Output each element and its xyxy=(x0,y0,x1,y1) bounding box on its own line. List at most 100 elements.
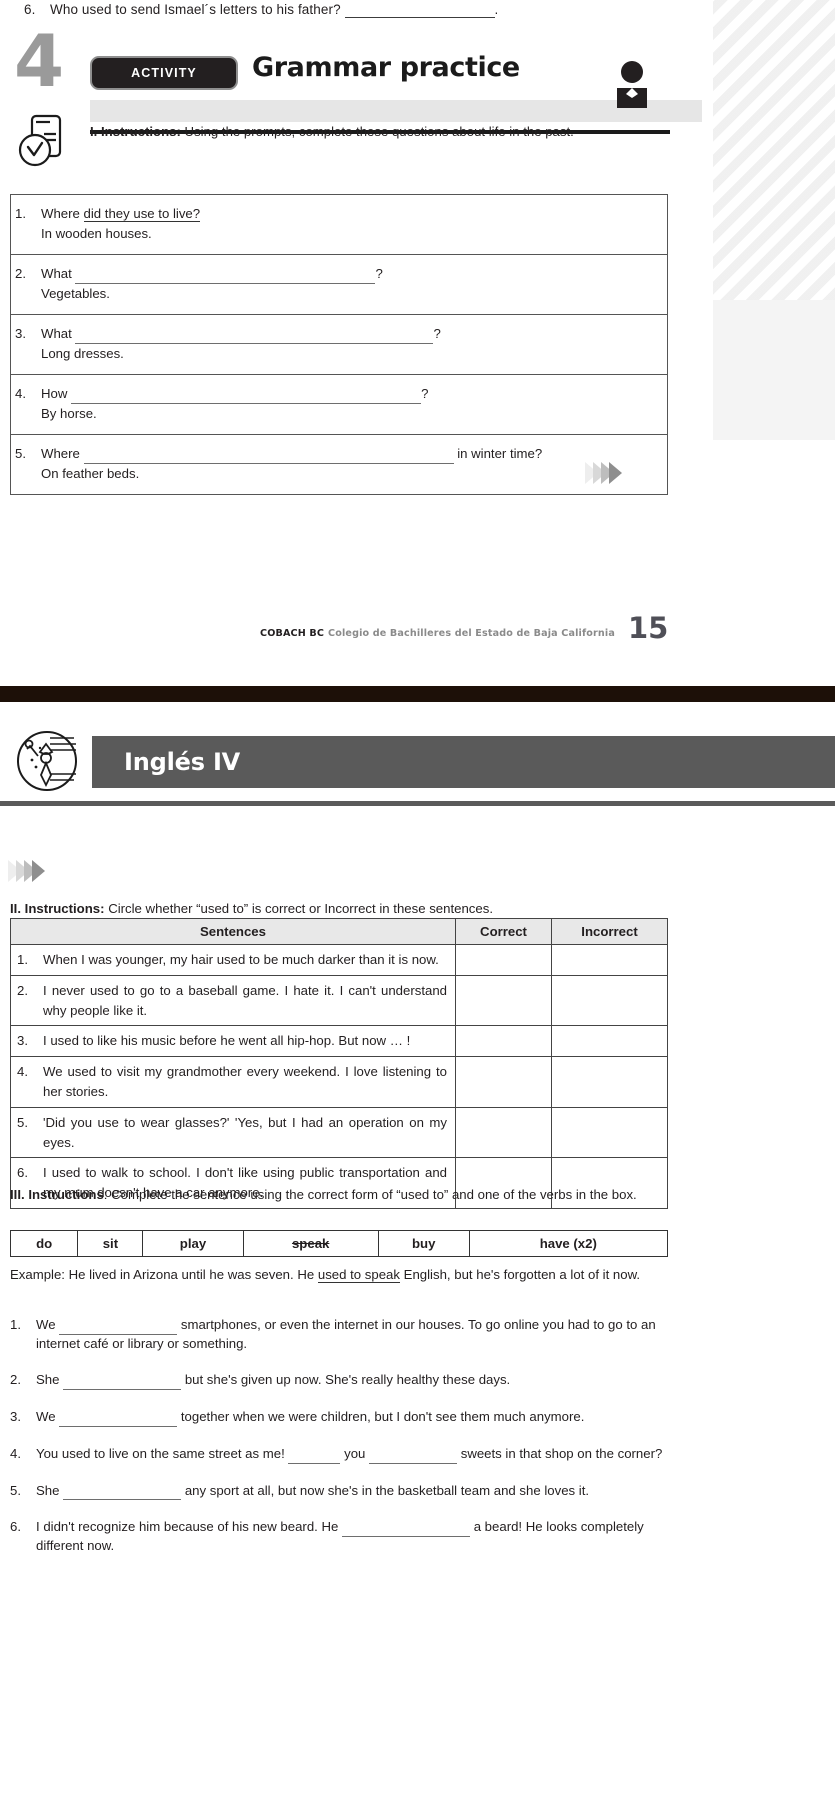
item-text: She but she's given up now. She's really… xyxy=(36,1371,672,1391)
word-box-item-have[interactable]: have (x2) xyxy=(468,1230,669,1257)
item-number: 1. xyxy=(15,206,26,221)
answer-blank[interactable] xyxy=(288,1451,341,1464)
word-box-item-sit[interactable]: sit xyxy=(77,1230,144,1257)
item-response: On feather beds. xyxy=(41,466,140,482)
item-response: In wooden houses. xyxy=(41,226,152,242)
item-number: 4. xyxy=(15,385,26,401)
instruction-1-label: I. Instructions: xyxy=(90,124,181,139)
chevron-arrows-icon xyxy=(585,462,622,484)
item-prompt: Where xyxy=(41,445,80,461)
incorrect-answer-cell[interactable] xyxy=(551,1106,668,1159)
item-tail: ? xyxy=(433,325,441,341)
table-row: 1. When I was younger, my hair used to be… xyxy=(10,944,668,976)
instruction-2-label: II. Instructions: xyxy=(10,901,105,916)
answer-blank[interactable] xyxy=(59,1414,178,1427)
column-header-correct: Correct xyxy=(455,918,552,945)
answer-blank[interactable] xyxy=(342,1524,471,1538)
list-item: 4. You used to live on the same street a… xyxy=(10,1445,672,1464)
item-prompt: How xyxy=(41,385,68,401)
item-number: 4. xyxy=(17,1064,28,1080)
item-number: 1. xyxy=(17,952,28,967)
word-box-item-play[interactable]: play xyxy=(142,1230,244,1257)
incorrect-answer-cell[interactable] xyxy=(551,1056,668,1108)
word-label: play xyxy=(179,1236,207,1251)
answer-blank[interactable] xyxy=(71,391,422,405)
header-rule xyxy=(0,801,835,806)
table-row: 4. How ? By horse. xyxy=(10,373,668,435)
item-text: You used to live on the same street as m… xyxy=(36,1445,672,1464)
list-item: 3. We together when we were children, bu… xyxy=(10,1408,672,1427)
sentence-text: We used to visit my grandmother every we… xyxy=(43,1064,447,1099)
item-tail: ? xyxy=(375,265,383,281)
sentence-text: I never used to go to a baseball game. I… xyxy=(43,982,447,1018)
item-part-a: I didn't recognize him because of his ne… xyxy=(36,1519,339,1535)
item-part-a: She xyxy=(36,1372,60,1388)
example-sentence: Example: He lived in Arizona until he wa… xyxy=(10,1266,672,1284)
instruction-3-text: : Complete the sentence using the correc… xyxy=(103,1187,637,1202)
answer-blank[interactable] xyxy=(59,1322,178,1335)
incorrect-answer-cell[interactable] xyxy=(551,974,668,1027)
column-header-incorrect: Incorrect xyxy=(551,918,668,945)
correct-answer-cell[interactable] xyxy=(455,1025,552,1058)
word-box-item-do[interactable]: do xyxy=(9,1230,79,1257)
answer-blank[interactable] xyxy=(75,271,376,285)
incorrect-answer-cell[interactable] xyxy=(551,1025,668,1058)
word-label: have (x2) xyxy=(539,1236,597,1251)
answer-blank[interactable] xyxy=(344,2,495,18)
item-response: Vegetables. xyxy=(41,286,110,302)
activity-header: 4 ACTIVITY Grammar practice xyxy=(0,19,702,134)
sentence-text: 'Did you use to wear glasses?' 'Yes, but… xyxy=(43,1114,447,1150)
item-part-a: You used to live on the same street as m… xyxy=(36,1445,285,1461)
page-divider-band xyxy=(0,686,835,702)
word-label: sit xyxy=(102,1236,119,1251)
item-tail: ? xyxy=(421,385,429,401)
answer-blank[interactable] xyxy=(83,451,454,465)
question-text: Who used to send Ismael´s letters to his… xyxy=(50,2,341,17)
item-part-b: you xyxy=(344,1445,366,1461)
item-response: By horse. xyxy=(41,406,97,422)
activity-title: Grammar practice xyxy=(252,52,520,83)
instruction-1-text: Using the prompts, complete these questi… xyxy=(184,124,574,139)
subject-title: Inglés IV xyxy=(124,748,241,776)
exercise-2-table: Sentences Correct Incorrect 1. When I was… xyxy=(10,918,668,1209)
answer-blank[interactable] xyxy=(63,1487,182,1501)
word-box-item-speak[interactable]: speak xyxy=(242,1230,379,1257)
item-number: 6. xyxy=(17,1165,28,1181)
table-row: 3. What ? Long dresses. xyxy=(10,313,668,375)
word-box-item-buy[interactable]: buy xyxy=(377,1230,470,1257)
incorrect-answer-cell[interactable] xyxy=(551,944,668,976)
correct-answer-cell[interactable] xyxy=(455,974,552,1027)
person-reading-icon xyxy=(617,61,647,108)
correct-answer-cell[interactable] xyxy=(455,944,552,976)
list-item: 6. I didn't recognize him because of his… xyxy=(10,1518,672,1555)
verb-word-box: do sit play speak buy have (x2) xyxy=(9,1230,669,1257)
instruction-2: II. Instructions: Circle whether “used t… xyxy=(10,901,680,916)
table-header-row: Sentences Correct Incorrect xyxy=(10,918,668,945)
sentence-text: I used to like his music before he went … xyxy=(43,1033,411,1049)
question-trailing: . xyxy=(494,2,499,17)
answer-blank[interactable] xyxy=(63,1377,182,1391)
page-number: 15 xyxy=(628,611,669,645)
footer-brand: COBACH BC xyxy=(260,628,325,639)
column-header-sentences: Sentences xyxy=(10,918,456,945)
example-prefix: Example: He lived in Arizona until he wa… xyxy=(10,1267,318,1282)
example-filled-answer: used to speak xyxy=(317,1267,400,1283)
worksheet-page-1: 6. Who used to send Ismael´s letters to h… xyxy=(0,0,835,718)
correct-answer-cell[interactable] xyxy=(455,1106,552,1159)
footer-credit: COBACH BC Colegio de Bachilleres del Esta… xyxy=(260,628,615,639)
answer-blank[interactable] xyxy=(75,331,434,345)
page-footer: COBACH BC Colegio de Bachilleres del Esta… xyxy=(0,611,835,668)
table-row: do sit play speak buy have (x2) xyxy=(9,1230,669,1257)
answer-blank-2[interactable] xyxy=(369,1451,458,1464)
word-label: speak xyxy=(291,1236,330,1251)
correct-answer-cell[interactable] xyxy=(455,1056,552,1108)
item-prompt: What xyxy=(41,325,72,341)
item-prompt: Where xyxy=(41,206,80,221)
item-text: I didn't recognize him because of his ne… xyxy=(36,1518,672,1555)
page2-header: Inglés IV xyxy=(0,718,835,810)
item-number: 2. xyxy=(17,982,28,998)
item-answer-given: did they use to live? xyxy=(83,206,201,222)
carryover-question-6: 6. Who used to send Ismael´s letters to h… xyxy=(24,2,498,18)
item-part-a: We xyxy=(36,1409,56,1425)
activity-number: 4 xyxy=(14,19,65,103)
